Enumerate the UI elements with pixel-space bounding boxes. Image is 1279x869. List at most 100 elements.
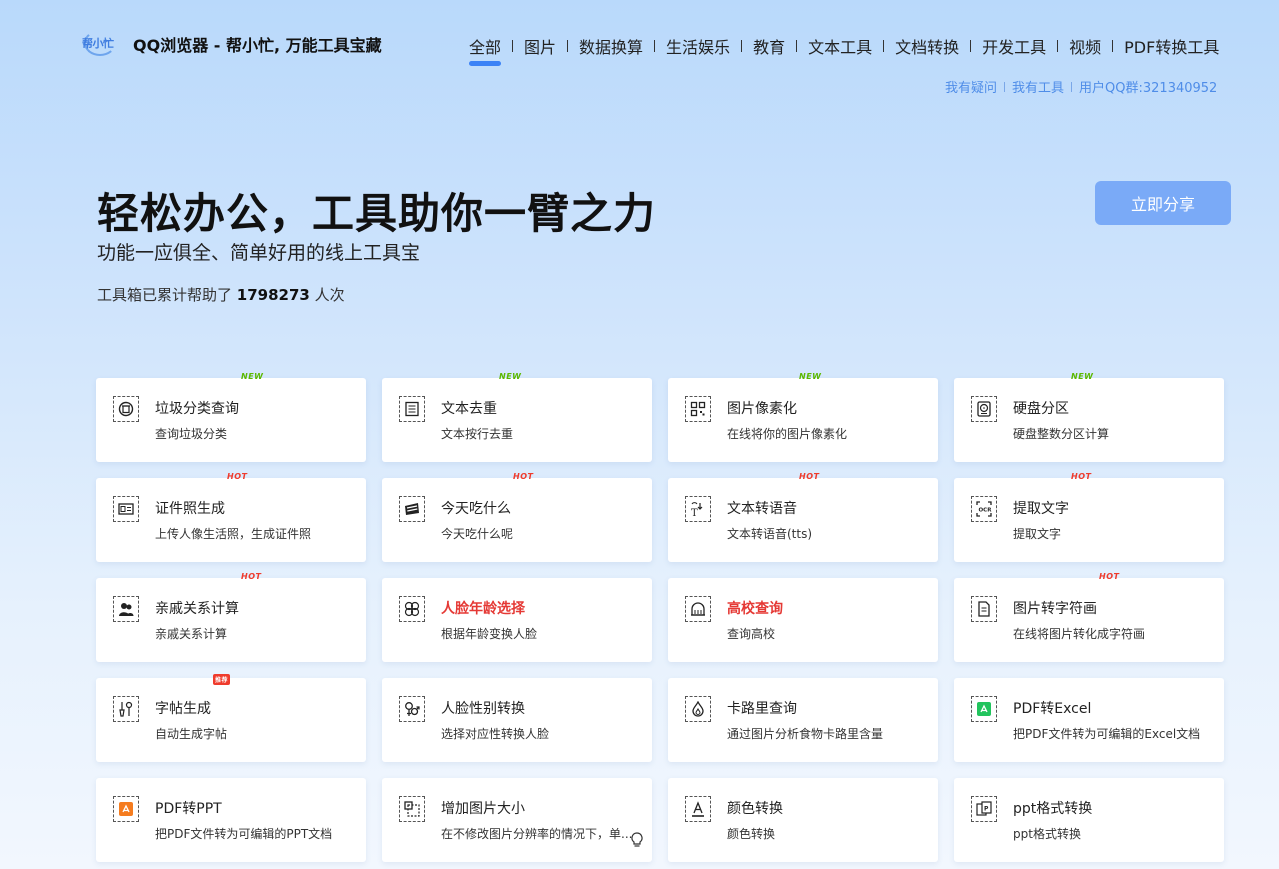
tool-name: 垃圾分类查询	[155, 401, 239, 417]
trash-icon	[113, 396, 139, 422]
pdf-ppt-icon	[113, 796, 139, 822]
tool-name: 颜色转换	[727, 801, 783, 817]
tool-name: 硬盘分区	[1013, 401, 1069, 417]
tool-grid: 垃圾分类查询 NEW 查询垃圾分类 文本去重 NEW 文本按行去重 图片像素化 NEW 在线将你…	[96, 372, 1224, 862]
site-logo[interactable]: 帮小忙 QQ浏览器 - 帮小忙, 万能工具宝藏	[82, 29, 382, 59]
svg-text:T: T	[691, 508, 698, 517]
tool-card[interactable]: 高校查询 查询高校	[668, 578, 938, 662]
document-icon	[399, 396, 425, 422]
tool-card[interactable]: 图片转字符画 HOT 在线将图片转化成字符画	[954, 572, 1224, 662]
nav-item-data-conversion[interactable]: 数据换算	[579, 34, 643, 58]
tool-badge: NEW	[1071, 372, 1094, 381]
tool-badge: HOT	[513, 472, 534, 481]
tool-name: 证件照生成	[155, 501, 225, 517]
tool-badge: NEW	[241, 372, 264, 381]
nav-item-pdf-tools[interactable]: PDF转换工具	[1124, 34, 1219, 58]
nav-item-dev-tools[interactable]: 开发工具	[982, 34, 1046, 58]
share-button[interactable]: 立即分享	[1095, 181, 1231, 225]
school-icon	[685, 596, 711, 622]
brush-icon	[113, 696, 139, 722]
harddisk-icon	[971, 396, 997, 422]
tool-description: 根据年龄变换人脸	[441, 627, 538, 641]
tool-badge: HOT	[799, 472, 820, 481]
tool-badge: HOT	[227, 472, 248, 481]
tool-name: 亲戚关系计算	[155, 601, 239, 617]
tool-card[interactable]: 硬盘分区 NEW 硬盘整数分区计算	[954, 372, 1224, 462]
tool-card[interactable]: 人脸年龄选择 根据年龄变换人脸	[382, 578, 652, 662]
tool-badge: HOT	[241, 572, 262, 581]
tool-badge: NEW	[799, 372, 822, 381]
tool-name: ppt格式转换	[1013, 801, 1093, 817]
nav-item-images[interactable]: 图片	[524, 34, 556, 58]
nav-item-text-tools[interactable]: 文本工具	[808, 34, 872, 58]
tool-badge: HOT	[1099, 572, 1120, 581]
tool-description: 把PDF文件转为可编辑的Excel文档	[1013, 727, 1201, 741]
tool-description: 选择对应性转换人脸	[441, 727, 550, 741]
usage-counter-prefix: 工具箱已累计帮助了	[97, 286, 233, 304]
idcard-icon	[113, 496, 139, 522]
tool-description: 自动生成字帖	[155, 727, 228, 741]
tool-name: 图片转字符画	[1013, 601, 1097, 617]
tool-name: 字帖生成	[155, 701, 211, 717]
tool-name: 卡路里查询	[727, 701, 797, 717]
tool-description: 亲戚关系计算	[155, 627, 228, 641]
tool-card[interactable]: 人脸性别转换选择对应性转换人脸	[382, 678, 652, 762]
tool-description: 文本按行去重	[441, 427, 514, 441]
tool-name: 文本转语音	[727, 501, 797, 517]
nav-item-life-entertainment[interactable]: 生活娱乐	[666, 34, 730, 58]
tool-description: 查询高校	[727, 627, 776, 641]
color-icon	[685, 796, 711, 822]
tool-card[interactable]: 证件照生成 HOT 上传人像生活照，生成证件照	[96, 472, 366, 562]
tool-description: 硬盘整数分区计算	[1013, 427, 1110, 441]
tool-card[interactable]: 增加图片大小在不修改图片分辨率的情况下，单...	[382, 778, 652, 862]
ocr-icon: OCR	[971, 496, 997, 522]
tool-description: 提取文字	[1013, 527, 1062, 541]
qrcode-icon	[685, 396, 711, 422]
tool-card[interactable]: 垃圾分类查询 NEW 查询垃圾分类	[96, 372, 366, 462]
tool-card[interactable]: OCR 提取文字 HOT 提取文字	[954, 472, 1224, 562]
tool-description: 今天吃什么呢	[441, 527, 514, 541]
nav-item-doc-conversion[interactable]: 文档转换	[895, 34, 959, 58]
tool-card[interactable]: Pppt格式转换 ppt格式转换	[954, 778, 1224, 862]
tool-name: 人脸性别转换	[441, 701, 525, 717]
tool-description: 查询垃圾分类	[155, 427, 228, 441]
submit-tool-link[interactable]: 我有工具	[1012, 77, 1064, 96]
tool-card[interactable]: 字帖生成 推荐 自动生成字帖	[96, 674, 366, 762]
resize-icon	[399, 796, 425, 822]
usage-counter: 工具箱已累计帮助了 1798273 人次	[97, 284, 345, 305]
usage-counter-value: 1798273	[236, 286, 310, 304]
tool-description: 上传人像生活照，生成证件照	[155, 527, 312, 541]
tool-name: 图片像素化	[727, 401, 797, 417]
tool-badge: HOT	[1071, 472, 1092, 481]
nav-item-all[interactable]: 全部	[469, 34, 502, 66]
qq-group-link[interactable]: 用户QQ群:321340952	[1079, 77, 1217, 96]
tool-card[interactable]: 颜色转换 颜色转换	[668, 778, 938, 862]
tool-card[interactable]: T 文本转语音 HOT 文本转语音(tts)	[668, 472, 938, 562]
tool-description: 通过图片分析食物卡路里含量	[727, 727, 884, 741]
tool-card[interactable]: 卡路里查询通过图片分析食物卡路里含量	[668, 678, 938, 762]
tool-name: 高校查询	[727, 601, 783, 617]
hero-title: 轻松办公，工具助你一臂之力	[97, 189, 657, 238]
tool-name: 增加图片大小	[441, 801, 525, 817]
tool-name: PDF转Excel	[1013, 701, 1092, 717]
tool-name: PDF转PPT	[155, 801, 222, 817]
tool-card[interactable]: 图片像素化 NEW 在线将你的图片像素化	[668, 372, 938, 462]
top-nav: 全部 图片 数据换算 生活娱乐 教育 文本工具 文档转换 开发工具 视频 PDF…	[469, 34, 1219, 66]
tool-name: 文本去重	[441, 401, 497, 417]
svg-text:P: P	[984, 806, 989, 813]
tool-card[interactable]: 亲戚关系计算 HOT 亲戚关系计算	[96, 572, 366, 662]
tool-description: 在线将图片转化成字符画	[1013, 627, 1146, 641]
tool-description: ppt格式转换	[1013, 827, 1081, 841]
face-age-icon	[399, 596, 425, 622]
tool-card[interactable]: PDF转PPT 把PDF文件转为可编辑的PPT文档	[96, 778, 366, 862]
tool-description: 在不修改图片分辨率的情况下，单...	[441, 827, 633, 841]
usage-counter-suffix: 人次	[314, 286, 345, 304]
people-icon	[113, 596, 139, 622]
tool-card[interactable]: 文本去重 NEW 文本按行去重	[382, 372, 652, 462]
tool-card[interactable]: 今天吃什么 HOT 今天吃什么呢	[382, 472, 652, 562]
faq-link[interactable]: 我有疑问	[945, 77, 997, 96]
nav-item-education[interactable]: 教育	[753, 34, 785, 58]
nav-item-video[interactable]: 视频	[1069, 34, 1101, 58]
lightbulb-icon[interactable]	[630, 832, 644, 848]
tool-card[interactable]: PDF转Excel 把PDF文件转为可编辑的Excel文档	[954, 678, 1224, 762]
